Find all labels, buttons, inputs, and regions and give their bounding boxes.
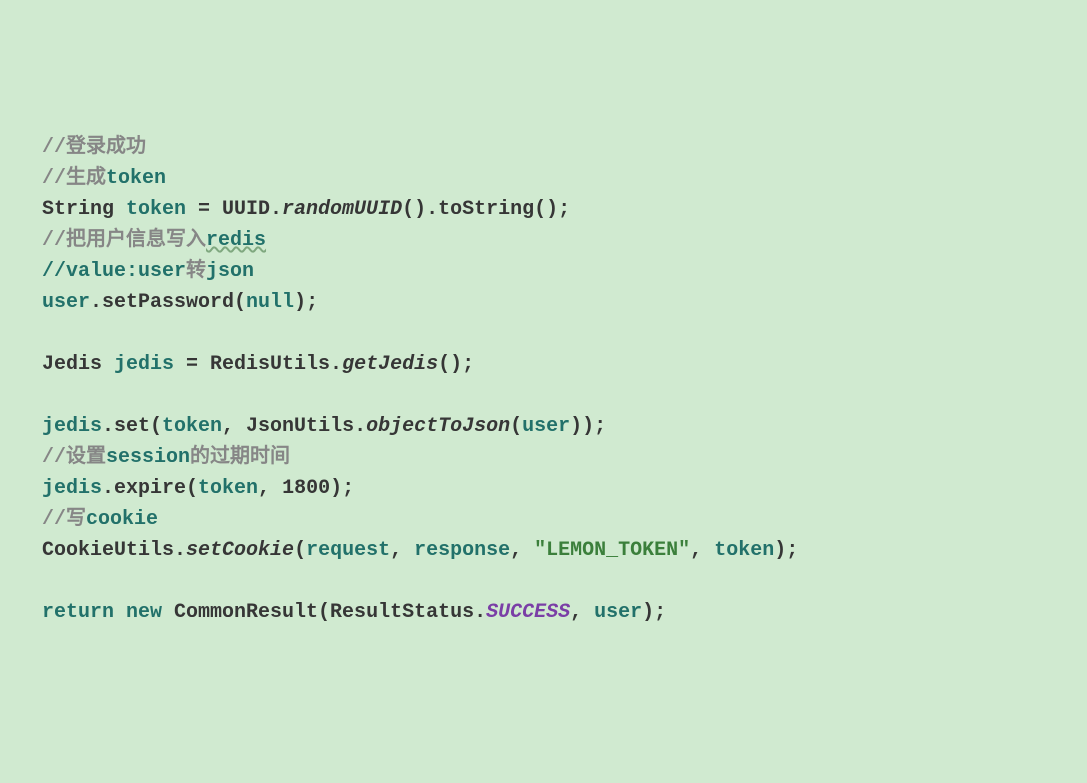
code: (); (438, 353, 474, 376)
code-line: Jedis jedis = RedisUtils.getJedis(); (42, 353, 474, 376)
code: = RedisUtils. (186, 353, 342, 376)
variable: token (198, 477, 258, 500)
code-line: //生成token (42, 167, 166, 190)
code-line: CookieUtils.setCookie(request, response,… (42, 539, 798, 562)
code: ( (510, 415, 522, 438)
variable: token (126, 198, 198, 221)
code-line: //把用户信息写入redis (42, 229, 266, 252)
code-block: //登录成功 //生成token String token = UUID.ran… (42, 132, 1087, 628)
comment-keyword: token (106, 167, 166, 190)
code: ().toString(); (402, 198, 570, 221)
comment-slash: // (42, 167, 66, 190)
comment-keyword: session (106, 446, 190, 469)
blank-line (42, 384, 54, 407)
code: , (258, 477, 282, 500)
comment-keyword: redis (206, 229, 266, 252)
comment-keyword: //value:user (42, 260, 186, 283)
code: .set( (102, 415, 162, 438)
variable: user (42, 291, 90, 314)
code: ); (774, 539, 798, 562)
variable: jedis (42, 477, 102, 500)
code-line: //登录成功 (42, 136, 146, 159)
comment-text: 的过期时间 (190, 446, 290, 469)
code: ); (294, 291, 318, 314)
variable: user (594, 601, 642, 624)
type: Jedis (42, 353, 114, 376)
code-line: //value:user转json (42, 260, 254, 283)
keyword: return new (42, 601, 174, 624)
method: getJedis (342, 353, 438, 376)
code: )); (570, 415, 606, 438)
keyword: null (246, 291, 294, 314)
code: .setPassword( (90, 291, 246, 314)
code: = UUID. (198, 198, 282, 221)
blank-line (42, 322, 54, 345)
code: CommonResult(ResultStatus. (174, 601, 486, 624)
code-line: user.setPassword(null); (42, 291, 318, 314)
comment-text: 写 (66, 508, 86, 531)
code-line: jedis.expire(token, 1800); (42, 477, 354, 500)
code: ); (330, 477, 354, 500)
code: ( (294, 539, 306, 562)
code: , (390, 539, 414, 562)
variable: token (714, 539, 774, 562)
code-line: String token = UUID.randomUUID().toStrin… (42, 198, 570, 221)
string: "LEMON_TOKEN" (534, 539, 690, 562)
comment-slash: // (42, 508, 66, 531)
comment-text: 登录成功 (66, 136, 146, 159)
code: , JsonUtils. (222, 415, 366, 438)
comment-slash: // (42, 446, 66, 469)
variable: token (162, 415, 222, 438)
code-line: //设置session的过期时间 (42, 446, 290, 469)
code-line: //写cookie (42, 508, 158, 531)
type: CookieUtils. (42, 539, 186, 562)
code: , (510, 539, 534, 562)
comment-text: 生成 (66, 167, 106, 190)
constant: SUCCESS (486, 601, 570, 624)
blank-line (42, 570, 54, 593)
comment-text: 设置 (66, 446, 106, 469)
comment-keyword: json (206, 260, 254, 283)
code-line: jedis.set(token, JsonUtils.objectToJson(… (42, 415, 606, 438)
method: setCookie (186, 539, 294, 562)
variable: jedis (114, 353, 186, 376)
variable: request (306, 539, 390, 562)
code-line: return new CommonResult(ResultStatus.SUC… (42, 601, 666, 624)
code: .expire( (102, 477, 198, 500)
comment-slash: // (42, 229, 66, 252)
comment-keyword: cookie (86, 508, 158, 531)
comment-text: 把用户信息写入 (66, 229, 206, 252)
number: 1800 (282, 477, 330, 500)
variable: user (522, 415, 570, 438)
method: objectToJson (366, 415, 510, 438)
comment-slash: // (42, 136, 66, 159)
comment-text: 转 (186, 260, 206, 283)
code: ); (642, 601, 666, 624)
method: randomUUID (282, 198, 402, 221)
variable: response (414, 539, 510, 562)
code: , (690, 539, 714, 562)
variable: jedis (42, 415, 102, 438)
type: String (42, 198, 126, 221)
code: , (570, 601, 594, 624)
